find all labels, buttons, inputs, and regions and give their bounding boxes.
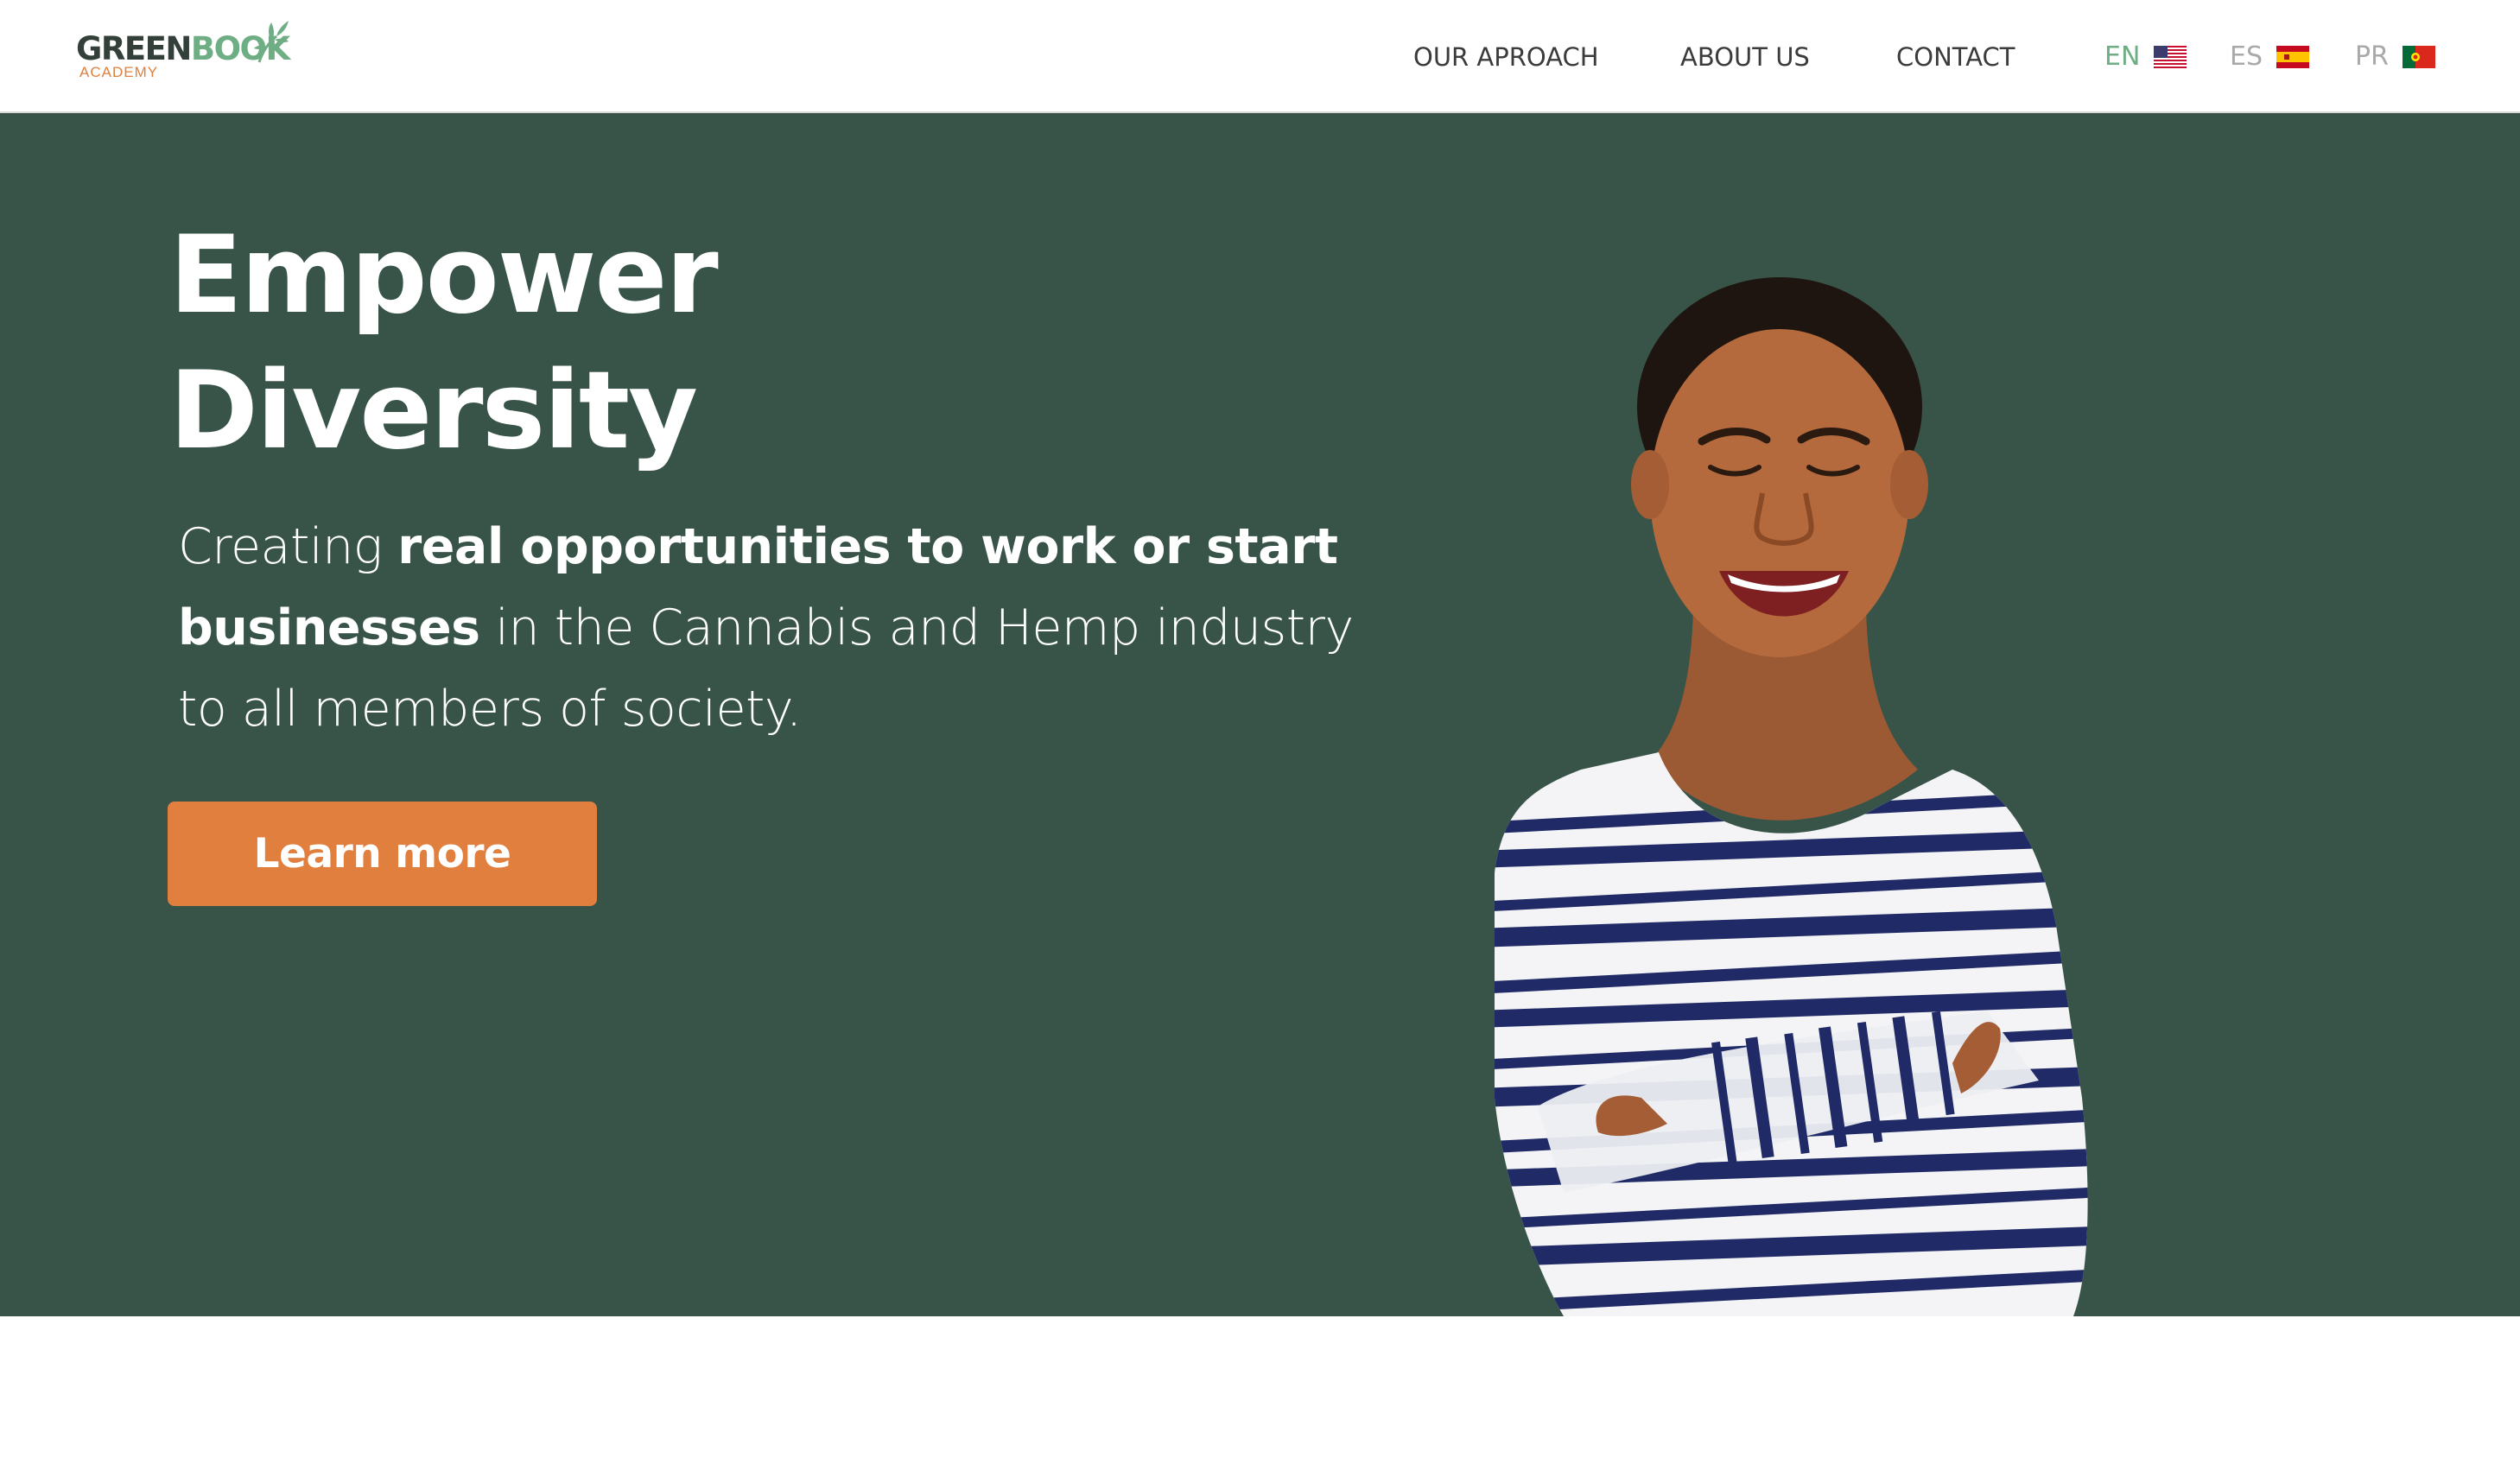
nav-about-us[interactable]: ABOUT US xyxy=(1680,38,1810,76)
nav-contact[interactable]: CONTACT xyxy=(1896,38,2015,76)
page: GREENBOOK ACADEMY OUR APROACH ABOUT US C… xyxy=(0,0,2520,1464)
language-code-pr: PR xyxy=(2355,41,2389,72)
hero-title: Empower Diversity xyxy=(169,208,719,479)
hero-section: Empower Diversity Creating real opportun… xyxy=(0,113,2520,1316)
hero-subtitle: Creating real opportunities to work or s… xyxy=(178,506,1405,750)
nav-our-approach[interactable]: OUR APROACH xyxy=(1413,38,1599,76)
site-header: GREENBOOK ACADEMY OUR APROACH ABOUT US C… xyxy=(0,0,2520,113)
hero-subtitle-lead: Creating xyxy=(178,518,398,575)
language-code-es: ES xyxy=(2230,41,2263,72)
logo-word-green-part: GREEN xyxy=(76,30,192,67)
logo-subtitle: ACADEMY xyxy=(79,64,159,80)
us-flag-icon xyxy=(2154,46,2187,68)
portugal-flag-icon xyxy=(2402,46,2435,68)
language-es[interactable]: ES xyxy=(2230,38,2309,76)
spain-flag-icon xyxy=(2276,46,2309,68)
language-en[interactable]: EN xyxy=(2104,38,2187,76)
hero-title-line-2: Diversity xyxy=(169,349,698,473)
language-pr[interactable]: PR xyxy=(2355,38,2435,76)
learn-more-button[interactable]: Learn more xyxy=(168,802,597,906)
language-code-en: EN xyxy=(2104,41,2141,72)
hero-title-line-1: Empower xyxy=(169,213,719,338)
hero-portrait-image xyxy=(1495,277,2088,1316)
brand-logo[interactable]: GREENBOOK ACADEMY xyxy=(74,19,290,86)
cannabis-leaf-icon xyxy=(254,21,289,63)
